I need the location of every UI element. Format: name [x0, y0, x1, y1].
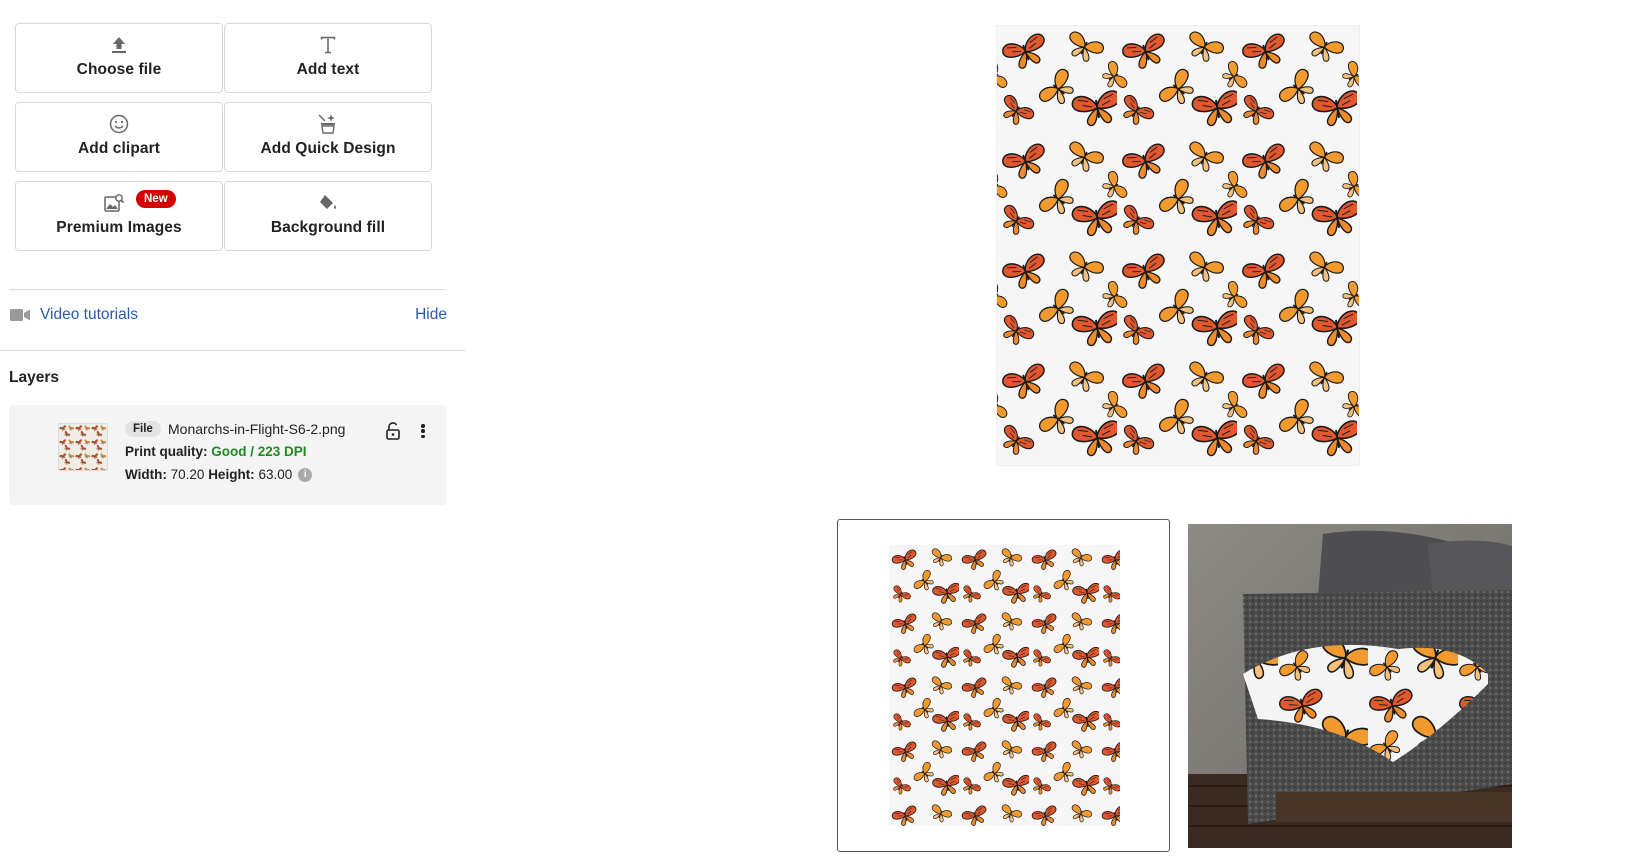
layer-file-name: Monarchs-in-Flight-S6-2.png — [168, 421, 346, 437]
video-tutorials-link[interactable]: Video tutorials — [40, 306, 138, 324]
hide-tutorials-link[interactable]: Hide — [415, 306, 447, 324]
design-canvas[interactable] — [997, 26, 1359, 465]
add-quick-design-label: Add Quick Design — [260, 140, 396, 157]
height-label: Height: — [208, 467, 255, 482]
premium-images-button[interactable]: New Premium Images — [15, 181, 223, 251]
video-tutorials-row: Video tutorials Hide — [10, 304, 447, 326]
layer-item[interactable]: File Monarchs-in-Flight-S6-2.png Print q… — [9, 405, 446, 505]
smiley-icon — [107, 113, 131, 135]
magic-wand-icon — [316, 113, 340, 135]
canvas-artwork — [997, 26, 1359, 465]
choose-file-button[interactable]: Choose file — [15, 23, 223, 93]
info-icon[interactable]: i — [298, 467, 313, 482]
print-quality-value: Good / 223 DPI — [211, 444, 307, 459]
print-quality-label: Print quality: — [125, 444, 208, 459]
add-text-label: Add text — [296, 61, 360, 78]
video-camera-icon — [10, 307, 32, 323]
add-text-button[interactable]: Add text — [224, 23, 432, 93]
new-badge: New — [136, 190, 176, 208]
background-fill-label: Background fill — [270, 219, 386, 236]
unlock-icon[interactable] — [385, 422, 401, 440]
premium-images-label: Premium Images — [56, 219, 182, 236]
choose-file-label: Choose file — [76, 61, 162, 78]
divider — [9, 289, 446, 290]
preview-bed-thumbnail[interactable] — [1188, 524, 1512, 848]
background-fill-button[interactable]: Background fill — [224, 181, 432, 251]
add-quick-design-button[interactable]: Add Quick Design — [224, 102, 432, 172]
layer-thumbnail — [58, 423, 108, 471]
add-clipart-label: Add clipart — [77, 140, 161, 157]
width-value: 70.20 — [170, 467, 205, 482]
image-search-icon — [102, 192, 126, 214]
paint-bucket-icon — [316, 192, 340, 214]
print-quality: Print quality: Good / 223 DPI — [125, 444, 307, 459]
layers-title: Layers — [9, 369, 59, 386]
add-clipart-button[interactable]: Add clipart — [15, 102, 223, 172]
design-panel: Choose file Add text Add clipart Add Qui… — [0, 0, 465, 865]
more-options-icon[interactable] — [419, 422, 427, 440]
divider — [0, 350, 465, 351]
bed-scene-image — [1188, 524, 1512, 848]
layer-dimensions: Width: 70.20 Height: 63.00 i — [125, 467, 313, 482]
width-label: Width: — [125, 467, 167, 482]
preview-flat-thumbnail[interactable] — [837, 519, 1170, 852]
flat-preview-image — [889, 545, 1120, 826]
height-value: 63.00 — [258, 467, 293, 482]
upload-icon — [107, 34, 131, 56]
layer-type-chip: File — [125, 421, 161, 437]
text-icon — [316, 34, 340, 56]
